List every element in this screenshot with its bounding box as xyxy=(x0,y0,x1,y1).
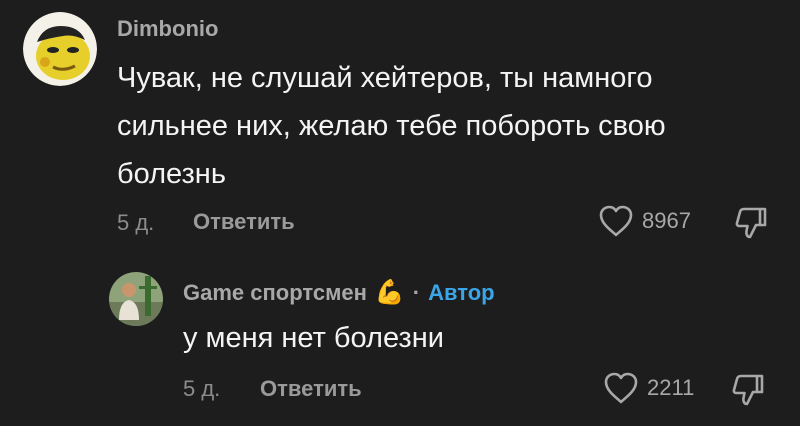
avatar[interactable] xyxy=(23,12,97,86)
flexed-biceps-emoji: 💪 xyxy=(374,279,405,306)
reply-text: у меня нет болезни xyxy=(183,322,444,354)
heart-icon xyxy=(604,372,638,404)
comment-text-line: сильнее них, желаю тебе побороть свою xyxy=(117,110,666,142)
like-count: 2211 xyxy=(647,375,695,400)
like-button[interactable]: 8967 xyxy=(598,204,691,238)
comment-username[interactable]: Dimbonio xyxy=(117,16,218,42)
comment-text-line: болезнь xyxy=(117,158,226,190)
avatar[interactable] xyxy=(109,272,163,326)
yellow-cartoon-face-icon xyxy=(23,12,97,86)
comment-timestamp: 5 д. xyxy=(117,210,155,235)
author-badge: Автор xyxy=(428,279,495,305)
thumbs-down-icon xyxy=(735,207,767,239)
separator-dot: · xyxy=(412,279,421,305)
like-button[interactable]: 2211 xyxy=(603,371,694,405)
heart-icon xyxy=(599,205,633,237)
username-label: Game спортсмен xyxy=(183,279,367,305)
person-photo-icon xyxy=(109,272,163,326)
reply-timestamp: 5 д. xyxy=(183,376,221,401)
reply-button[interactable]: Ответить xyxy=(260,376,362,402)
comment-text-line: Чувак, не слушай хейтеров, ты намного xyxy=(117,62,653,94)
reply-username[interactable]: Game спортсмен 💪 · Автор xyxy=(183,278,495,307)
like-count: 8967 xyxy=(642,208,691,233)
dislike-button[interactable] xyxy=(731,372,765,413)
comment-text: Чувак, не слушай хейтеров, ты намного си… xyxy=(117,54,666,198)
thumbs-down-icon xyxy=(732,374,764,406)
reply-button[interactable]: Ответить xyxy=(193,209,295,235)
username-label: Dimbonio xyxy=(117,16,219,41)
dislike-button[interactable] xyxy=(734,205,768,246)
